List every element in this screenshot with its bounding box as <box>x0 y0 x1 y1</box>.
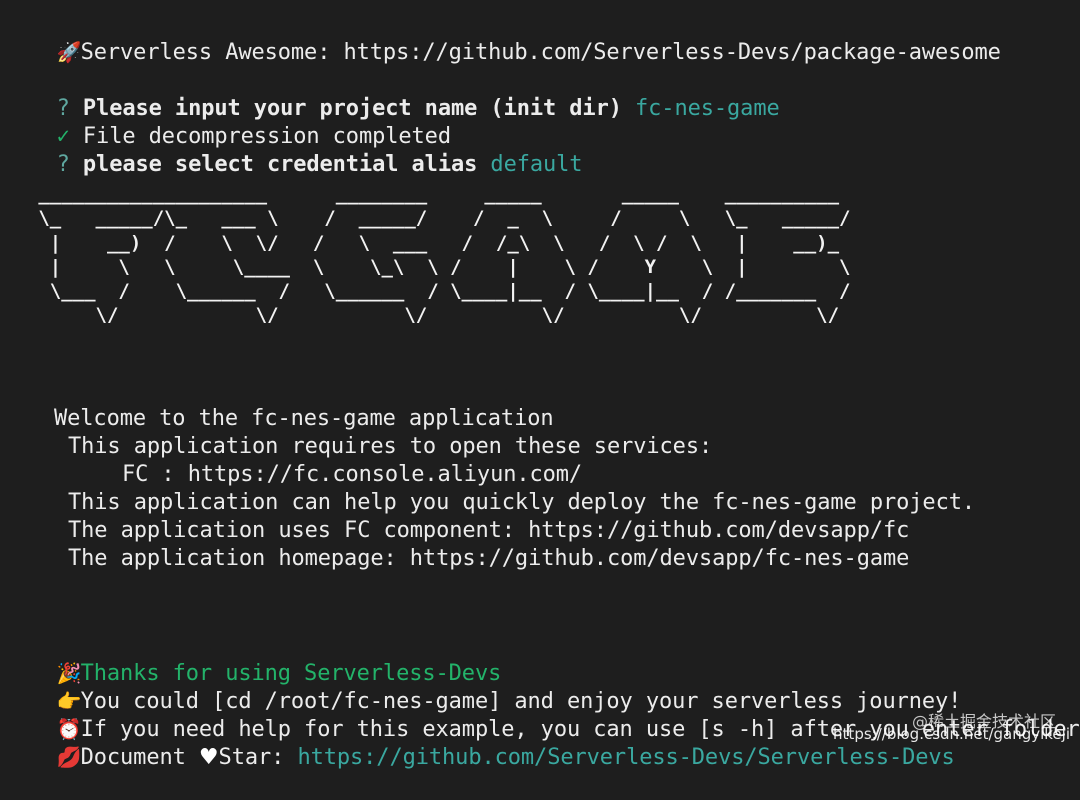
fcgame-ascii-banner: ____________________ ________ _____ ____… <box>38 183 851 327</box>
credential-alias-value: default <box>490 152 583 177</box>
question-mark-icon: ? <box>56 152 70 177</box>
fc-console-line: FC : https://fc.console.aliyun.com/ <box>122 462 583 487</box>
rocket-icon: 🚀 <box>56 40 82 64</box>
lips-icon: 💋 <box>56 745 82 769</box>
deploy-help-line: This application can help you quickly de… <box>68 490 976 515</box>
terminal-window[interactable]: 🚀Serverless Awesome: https://github.com/… <box>0 0 1080 770</box>
services-required-line: This application requires to open these … <box>68 434 713 459</box>
credential-alias-label: please select credential alias <box>82 152 478 177</box>
welcome-line: Welcome to the fc-nes-game application <box>54 406 554 431</box>
project-name-value: fc-nes-game <box>635 96 780 121</box>
document-link[interactable]: https://github.com/Serverless-Devs/Serve… <box>297 745 954 770</box>
star-label: Star: <box>218 745 285 770</box>
homepage-line: The application homepage: https://github… <box>68 546 910 571</box>
document-line: 💋Document ♥Star: https://github.com/Serv… <box>4 715 955 800</box>
watermark-csdn: https://blog.csdn.net/gangyikeji <box>833 725 1070 743</box>
awesome-text: Serverless Awesome: https://github.com/S… <box>80 40 1001 65</box>
fc-component-line: The application uses FC component: https… <box>68 518 910 543</box>
document-label: Document <box>80 745 186 770</box>
heart-icon: ♥ <box>198 745 219 770</box>
